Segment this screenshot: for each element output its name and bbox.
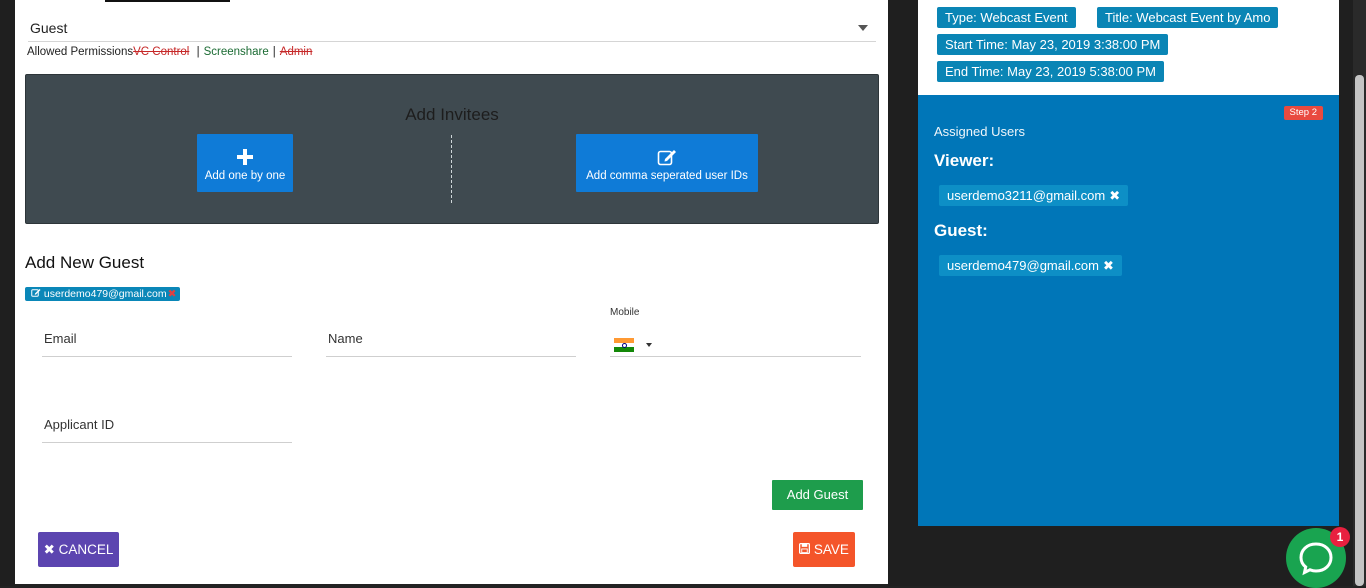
permission-separator: |: [196, 46, 200, 58]
permission-screenshare: Screenshare: [203, 46, 269, 58]
mobile-label: Mobile: [610, 307, 640, 318]
cancel-label: CANCEL: [58, 542, 114, 557]
email-field[interactable]: Email: [42, 318, 292, 357]
close-icon[interactable]: ✖: [1103, 258, 1114, 273]
event-info-panel: Type: Webcast Event Title: Webcast Event…: [918, 0, 1339, 95]
viewer-group-title: Viewer:: [934, 151, 995, 170]
permission-vc-control: VC Control: [133, 46, 190, 58]
email-placeholder: Email: [44, 331, 77, 346]
assigned-users-panel: Step 2 Assigned Users Viewer: userdemo32…: [918, 95, 1339, 526]
chevron-down-icon[interactable]: [646, 343, 652, 347]
permissions-label: Allowed Permissions: [27, 46, 134, 58]
viewer-user-chip: userdemo3211@gmail.com ✖: [939, 185, 1129, 206]
chat-unread-badge: 1: [1330, 527, 1350, 547]
viewer-user-email: userdemo3211@gmail.com: [947, 188, 1106, 203]
edit-icon: [576, 148, 758, 166]
allowed-permissions: Allowed PermissionsVC Control | Screensha…: [27, 46, 312, 58]
assigned-users-heading: Assigned Users: [934, 124, 1026, 139]
add-comma-separated-label: Add comma seperated user IDs: [586, 170, 748, 182]
add-guest-button[interactable]: Add Guest: [772, 480, 863, 510]
india-flag-icon[interactable]: [614, 338, 634, 352]
close-icon[interactable]: ✖: [1109, 188, 1120, 203]
cancel-button[interactable]: ✖ CANCEL: [38, 532, 119, 567]
guest-user-email: userdemo479@gmail.com: [947, 258, 1099, 273]
event-type-tag: Type: Webcast Event: [937, 7, 1076, 28]
role-select[interactable]: Guest: [28, 14, 876, 42]
add-one-by-one-label: Add one by one: [204, 170, 286, 182]
tab-indicator: [105, 0, 230, 2]
mobile-field[interactable]: [610, 318, 861, 357]
applicant-id-field[interactable]: Applicant ID: [42, 404, 292, 443]
step-badge: Step 2: [1283, 106, 1323, 120]
add-comma-separated-button[interactable]: Add comma seperated user IDs: [576, 134, 758, 192]
applicant-id-placeholder: Applicant ID: [44, 417, 115, 432]
guest-user-chip: userdemo479@gmail.com ✖: [939, 255, 1122, 276]
name-placeholder: Name: [328, 331, 363, 346]
permission-separator: |: [272, 46, 276, 58]
guest-email-chip-text: userdemo479@gmail.com: [43, 288, 167, 300]
add-new-guest-title: Add New Guest: [25, 253, 145, 272]
event-end-tag: End Time: May 23, 2019 5:38:00 PM: [937, 61, 1165, 82]
event-title-tag: Title: Webcast Event by Amo: [1097, 7, 1279, 28]
save-button[interactable]: SAVE: [793, 532, 855, 567]
name-field[interactable]: Name: [326, 318, 576, 357]
add-invitees-modal: Guest Allowed PermissionsVC Control | Scr…: [15, 0, 888, 584]
close-icon[interactable]: ✖: [168, 288, 177, 300]
guest-group-title: Guest:: [934, 221, 988, 240]
save-label: SAVE: [813, 542, 849, 557]
close-icon: ✖: [43, 542, 55, 557]
backdrop-left: [0, 0, 15, 586]
add-invitees-panel: Add Invitees Add one by one Add comma se…: [25, 74, 879, 224]
permission-admin: Admin: [279, 46, 313, 58]
plus-icon: [197, 148, 293, 166]
guest-email-chip[interactable]: userdemo479@gmail.com✖: [25, 287, 181, 301]
add-one-by-one-button[interactable]: Add one by one: [197, 134, 293, 192]
chevron-down-icon[interactable]: [858, 25, 868, 31]
floppy-icon: [799, 542, 814, 557]
edit-icon[interactable]: [31, 288, 44, 300]
role-select-value: Guest: [30, 20, 68, 36]
chat-launcher-button[interactable]: 1: [1286, 527, 1350, 588]
scrollbar-thumb[interactable]: [1355, 75, 1364, 586]
invitees-divider: [451, 135, 452, 203]
event-start-tag: Start Time: May 23, 2019 3:38:00 PM: [937, 34, 1169, 55]
add-invitees-title: Add Invitees: [405, 105, 499, 124]
